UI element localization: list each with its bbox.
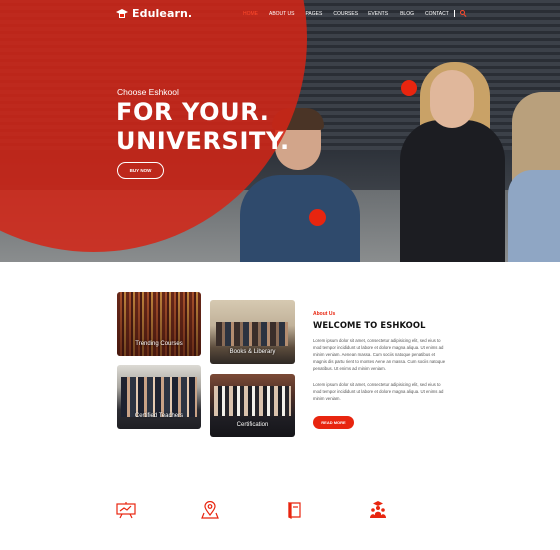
card-photo-classroom [216,322,288,346]
nav-item-contact[interactable]: CONTACT [425,11,449,17]
hero-accent-dot [401,80,417,96]
top-navigation: Edulearn. HOME ABOUT US PAGES COURSES EV… [0,0,560,28]
hero-person-woman [400,120,505,262]
buy-now-button[interactable]: BUY NOW [117,162,164,179]
about-paragraph: Lorem ipsum dolor sit amet, consectetur … [313,382,444,401]
nav-item-blog[interactable]: BLOG [400,11,414,17]
nav-item-pages[interactable]: PAGES [305,11,322,17]
read-more-button[interactable]: READ MORE [313,416,354,429]
hero-title: FOR YOUR. UNIVERSITY. [116,98,290,156]
hero-person-right-shirt [508,170,560,262]
logo[interactable]: Edulearn. [116,7,192,20]
hero-section: Choose Eshkool FOR YOUR. UNIVERSITY. BUY… [0,0,560,262]
about-paragraph: Lorem ipsum dolor sit amet, consectetur … [313,338,446,371]
card-trending-courses[interactable]: Trending Courses [117,292,201,356]
graduation-cap-icon [116,8,128,19]
logo-text: Edulearn. [132,7,193,20]
card-label: Trending Courses [135,341,183,347]
card-photo-graduates [214,386,291,416]
hero-title-line: UNIVERSITY. [116,127,290,155]
nav-item-events[interactable]: EVENTS [368,11,388,17]
card-certification[interactable]: Certification [210,374,295,437]
card-books-library[interactable]: Books & Liberary [210,300,295,364]
menu-divider [453,10,455,17]
book-icon [285,501,305,519]
nav-item-home[interactable]: HOME [243,11,258,17]
main-menu: HOME ABOUT US PAGES COURSES EVENTS BLOG … [243,10,467,17]
location-pin-icon [200,501,220,519]
card-label: Books & Liberary [229,349,276,355]
hero-person-woman-face [430,70,474,128]
about-kicker: About Us [313,311,336,317]
search-icon[interactable] [459,10,467,17]
page: Choose Eshkool FOR YOUR. UNIVERSITY. BUY… [0,0,560,550]
card-certified-teachers[interactable]: Certified Teachers [117,365,201,429]
nav-item-about-us[interactable]: ABOUT US [269,11,294,17]
card-label: Certified Teachers [134,413,184,419]
hero-title-line: FOR YOUR. [116,98,270,126]
nav-item-courses[interactable]: COURSES [333,11,358,17]
card-photo-teachers [121,377,197,417]
presentation-board-icon [116,501,136,519]
about-title: WELCOME TO ESHKOOL [313,320,426,330]
card-label: Certification [236,422,269,428]
hero-person-man [240,175,360,262]
hero-subtitle: Choose Eshkool [117,87,179,97]
graduate-students-icon [368,501,388,519]
hero-accent-dot [309,209,326,226]
